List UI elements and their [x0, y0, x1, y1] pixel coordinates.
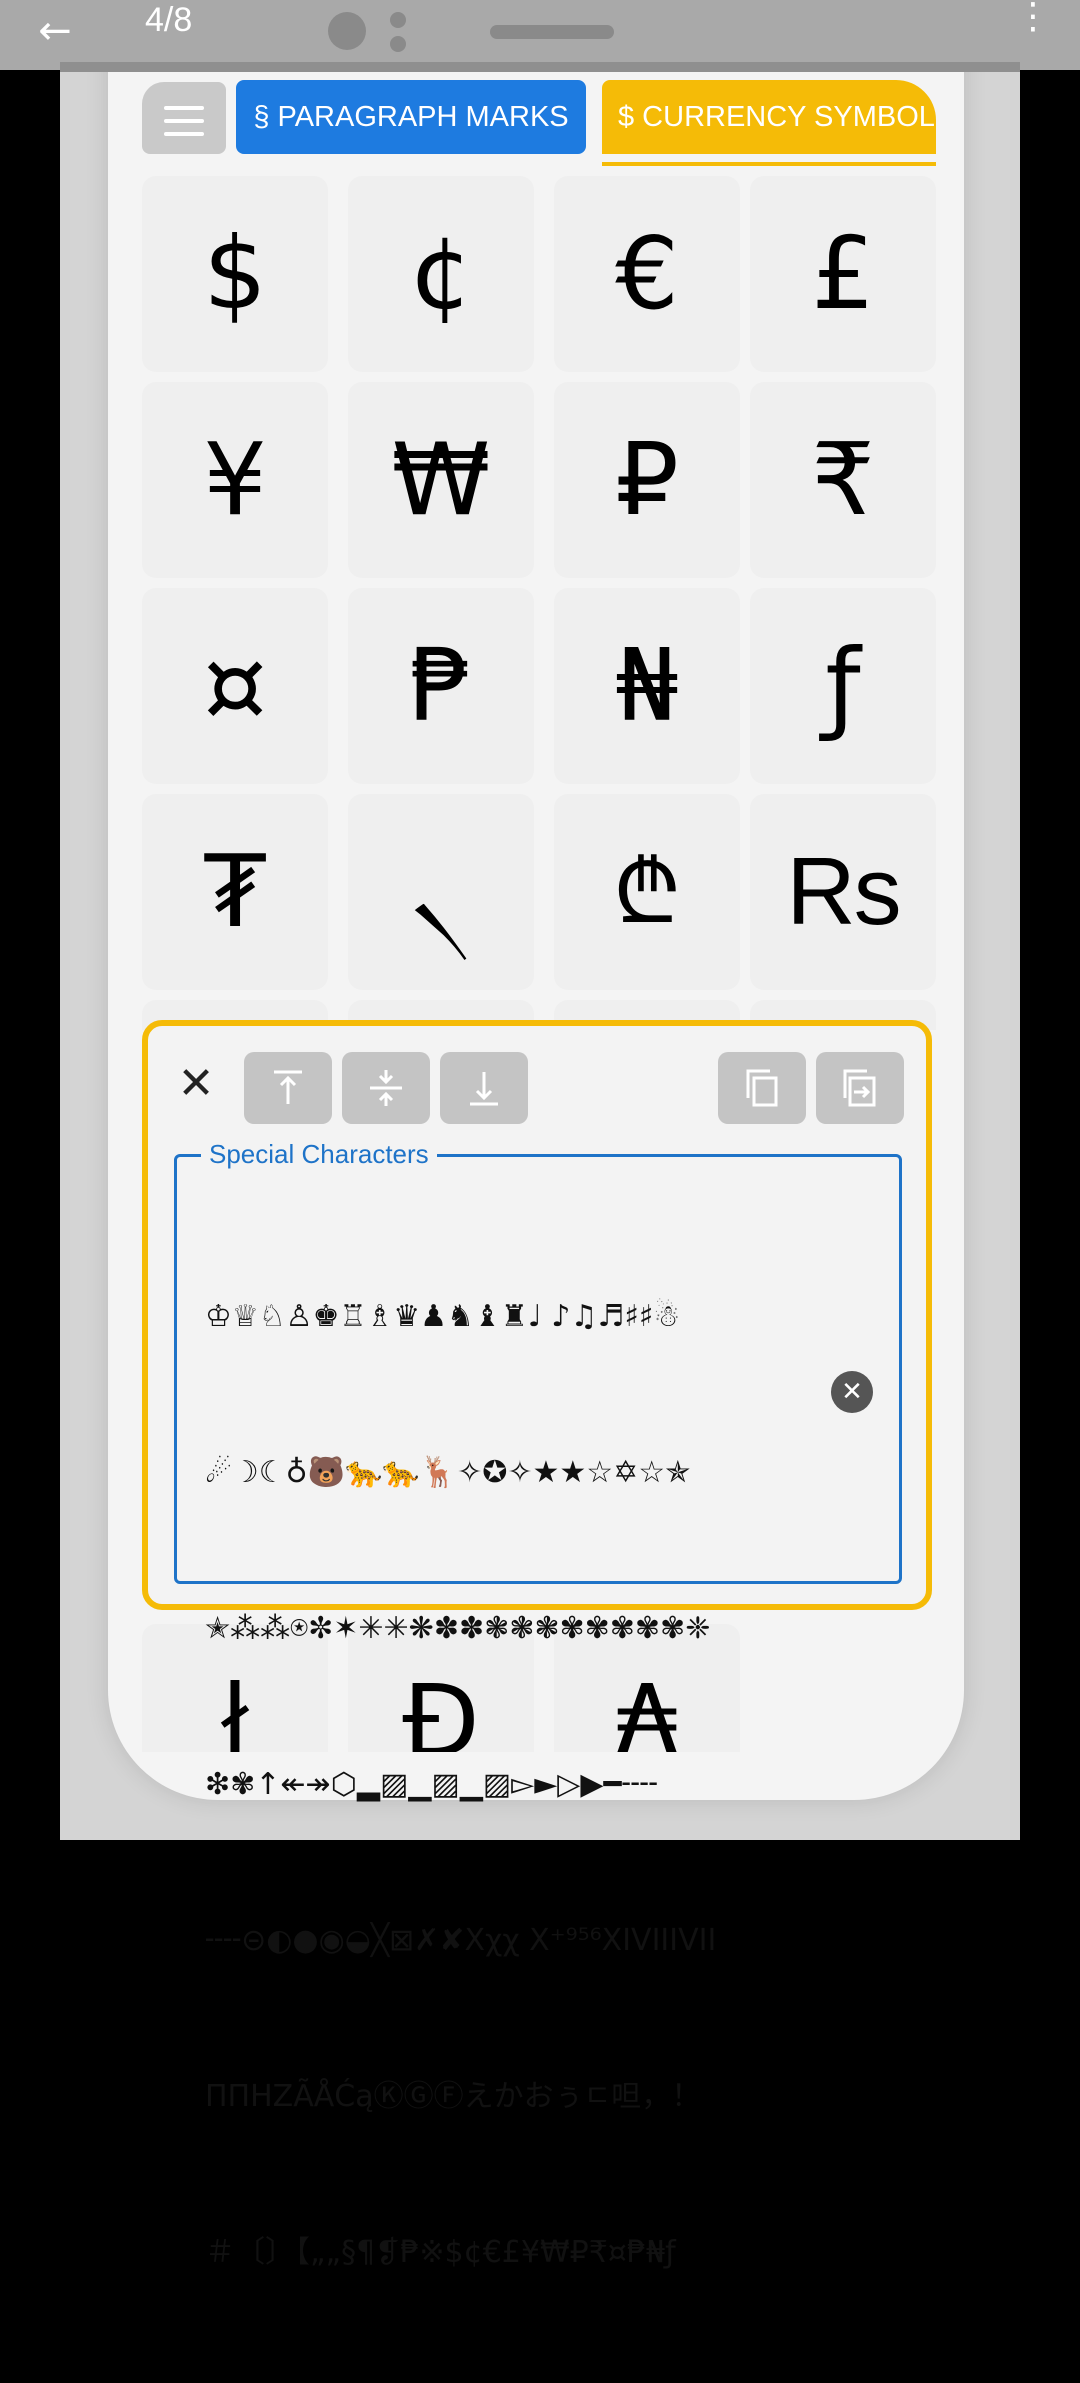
field-value[interactable]: ♔♕♘♙♚♖♗♛♟♞♝♜♩ ♪♫♬♯♯☃ ☄☽☾♁🐻🐆🐆🦌✧✪✧★★☆✡☆✯ ✭…: [205, 1187, 765, 2383]
back-arrow-icon[interactable]: ←: [30, 6, 80, 56]
move-to-bottom-button[interactable]: [440, 1052, 528, 1124]
symbol-key[interactable]: ƒ: [750, 588, 936, 784]
symbol-key[interactable]: ₱: [348, 588, 534, 784]
camera-icon: [328, 12, 366, 50]
field-line: ΠΠHZÃÅĆąⓀⒼⒻえかおぅㄷ呾，！: [205, 2079, 702, 2114]
tab-paragraph-marks[interactable]: § PARAGRAPH MARKS: [236, 80, 586, 154]
field-line: ＃〔〕【„„§¶❡₱※$¢€£¥₩₽₹¤₱₦ƒ: [205, 2235, 676, 2270]
copy-button[interactable]: [718, 1052, 806, 1124]
symbol-key[interactable]: ₽: [554, 382, 740, 578]
tab-currency-symbols[interactable]: $ CURRENCY SYMBOL: [602, 80, 936, 154]
menu-button[interactable]: [142, 82, 226, 154]
special-characters-field[interactable]: Special Characters ♔♕♘♙♚♖♗♛♟♞♝♜♩ ♪♫♬♯♯☃ …: [174, 1139, 902, 2270]
field-line: ♔♕♘♙♚♖♗♛♟♞♝♜♩ ♪♫♬♯♯☃: [205, 1299, 681, 1334]
field-line: ╌╌⊝◐●◉◒╳⊠✗✘Xχχ Χ⁺⁹⁵⁶XIVIIIVII: [205, 1923, 717, 1958]
symbol-key[interactable]: ৲: [348, 794, 534, 990]
symbol-key[interactable]: £: [750, 176, 936, 372]
move-to-middle-button[interactable]: [342, 1052, 430, 1124]
field-label: Special Characters: [201, 1139, 437, 1169]
symbol-key[interactable]: ₹: [750, 382, 936, 578]
move-to-top-button[interactable]: [244, 1052, 332, 1124]
speaker-grille: [490, 25, 614, 39]
symbol-key[interactable]: €: [554, 176, 740, 372]
symbol-key[interactable]: Rs: [750, 794, 936, 990]
symbol-key[interactable]: ¢: [348, 176, 534, 372]
image-counter: 4/8: [145, 1, 193, 39]
field-line: ❇✾↑↞↠⬡▂▨▁▨▁▨▻►▷▶━╌╌: [205, 1767, 658, 1802]
copy-and-open-button[interactable]: [816, 1052, 904, 1124]
symbol-key[interactable]: ¥: [142, 382, 328, 578]
symbol-key[interactable]: ₾: [554, 794, 740, 990]
align-bottom-icon: [470, 1072, 498, 1106]
symbol-key[interactable]: ₩: [348, 382, 534, 578]
sensor-dots: [390, 12, 408, 54]
copy-export-icon: [843, 1069, 876, 1107]
close-icon[interactable]: ✕: [174, 1062, 218, 1106]
align-middle-icon: [370, 1070, 402, 1106]
special-characters-panel: ✕ Special Characters ♔♕♘♙♚♖♗♛♟♞♝♜♩ ♪♫♬♯♯…: [142, 1020, 932, 2270]
copy-icon: [746, 1069, 778, 1107]
symbol-key[interactable]: $: [142, 176, 328, 372]
more-options-icon[interactable]: ⋮: [1015, 0, 1051, 40]
symbol-key[interactable]: ¤: [142, 588, 328, 784]
active-tab-indicator: [602, 162, 936, 166]
bar-shadow: [60, 62, 1020, 72]
field-line: ✭⁂⁂⍟✼✶✳✳❋✽✽❃❃❃✾✾✾✾✾❈: [205, 1611, 711, 1646]
clear-text-icon[interactable]: ✕: [831, 1371, 873, 1413]
hamburger-icon: [164, 106, 204, 145]
align-top-icon: [274, 1070, 302, 1104]
symbol-key[interactable]: ₮: [142, 794, 328, 990]
symbol-key[interactable]: ₦: [554, 588, 740, 784]
field-line: ☄☽☾♁🐻🐆🐆🦌✧✪✧★★☆✡☆✯: [205, 1455, 691, 1490]
